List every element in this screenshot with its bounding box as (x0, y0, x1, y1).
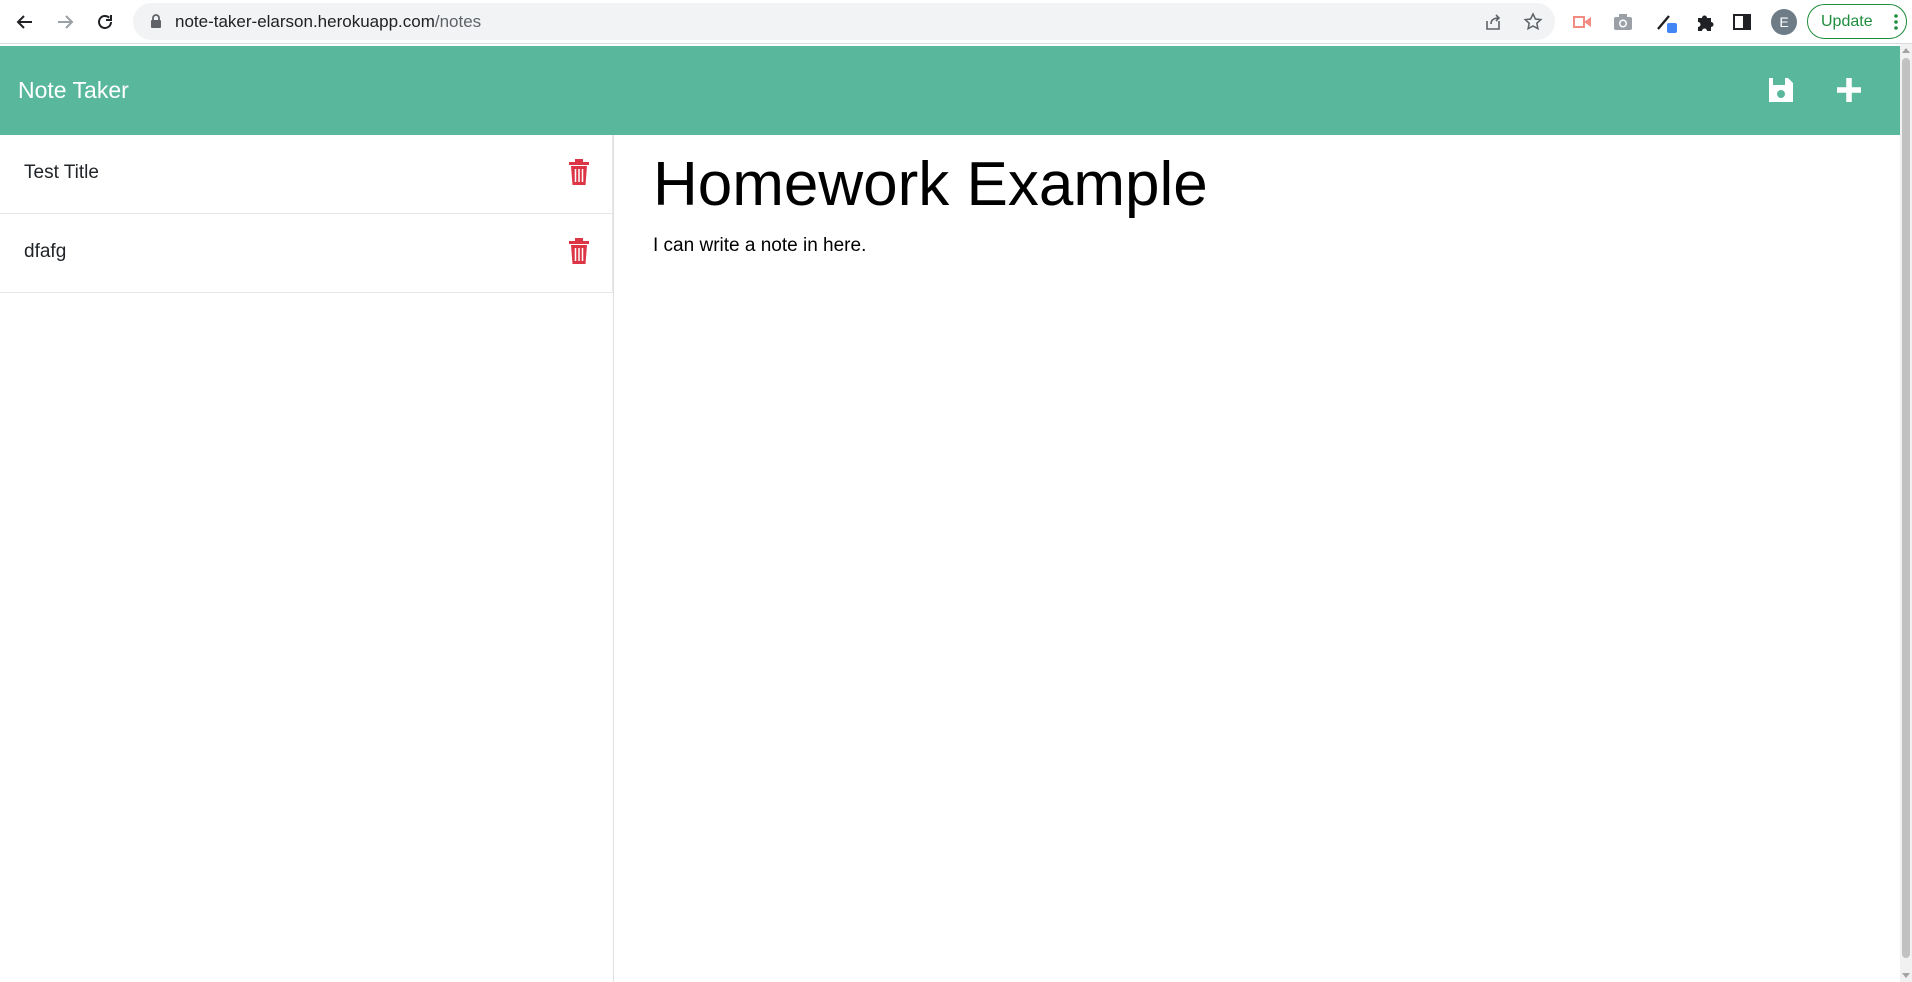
url-path: /notes (434, 12, 482, 31)
reload-button[interactable] (90, 7, 120, 37)
scroll-up-arrow-icon[interactable] (1902, 48, 1910, 53)
back-button[interactable] (10, 7, 40, 37)
kebab-menu-icon (1894, 14, 1898, 30)
save-note-button[interactable] (1764, 73, 1798, 107)
lock-icon (151, 14, 161, 28)
update-button[interactable]: Update (1807, 4, 1907, 39)
scrollbar-thumb[interactable] (1902, 58, 1910, 958)
plus-icon (1837, 78, 1861, 102)
app-header: Note Taker (0, 46, 1900, 135)
reload-icon (98, 15, 112, 29)
back-icon (16, 15, 32, 29)
forward-button[interactable] (50, 7, 80, 37)
note-text-area[interactable]: I can write a note in here. (653, 233, 1853, 833)
url-host: note-taker-elarson.herokuapp.com (175, 12, 435, 31)
page-scrollbar[interactable] (1900, 44, 1912, 982)
brand-title[interactable]: Note Taker (18, 76, 129, 104)
trash-icon[interactable] (568, 159, 590, 186)
share-icon[interactable] (1483, 12, 1503, 32)
note-list: Test Title dfafg (0, 135, 613, 293)
floppy-disk-icon (1769, 78, 1793, 102)
new-note-button[interactable] (1832, 73, 1866, 107)
profile-initial: E (1779, 14, 1789, 30)
extensions-puzzle-icon[interactable] (1694, 11, 1716, 33)
side-panel-icon[interactable] (1731, 11, 1753, 33)
note-list-item[interactable]: dfafg (0, 214, 613, 293)
update-label: Update (1821, 12, 1873, 30)
browser-toolbar: note-taker-elarson.herokuapp.com/notes E… (0, 0, 1912, 44)
trash-icon[interactable] (568, 238, 590, 265)
forward-icon (58, 15, 74, 29)
note-title-input[interactable] (653, 147, 1853, 223)
profile-avatar[interactable]: E (1771, 9, 1797, 35)
url-text: note-taker-elarson.herokuapp.com/notes (175, 12, 481, 31)
note-list-item[interactable]: Test Title (0, 135, 613, 214)
note-item-title[interactable]: dfafg (24, 241, 66, 263)
note-list-panel: Test Title dfafg (0, 135, 614, 982)
camera-icon[interactable] (1612, 11, 1634, 33)
scroll-down-arrow-icon[interactable] (1902, 973, 1910, 978)
bookmark-star-icon[interactable] (1523, 12, 1543, 32)
color-picker-icon[interactable] (1655, 11, 1677, 33)
screencast-icon[interactable] (1571, 11, 1593, 33)
note-item-title[interactable]: Test Title (24, 162, 99, 184)
address-bar[interactable]: note-taker-elarson.herokuapp.com/notes (133, 3, 1555, 40)
note-editor: I can write a note in here. (615, 135, 1900, 982)
